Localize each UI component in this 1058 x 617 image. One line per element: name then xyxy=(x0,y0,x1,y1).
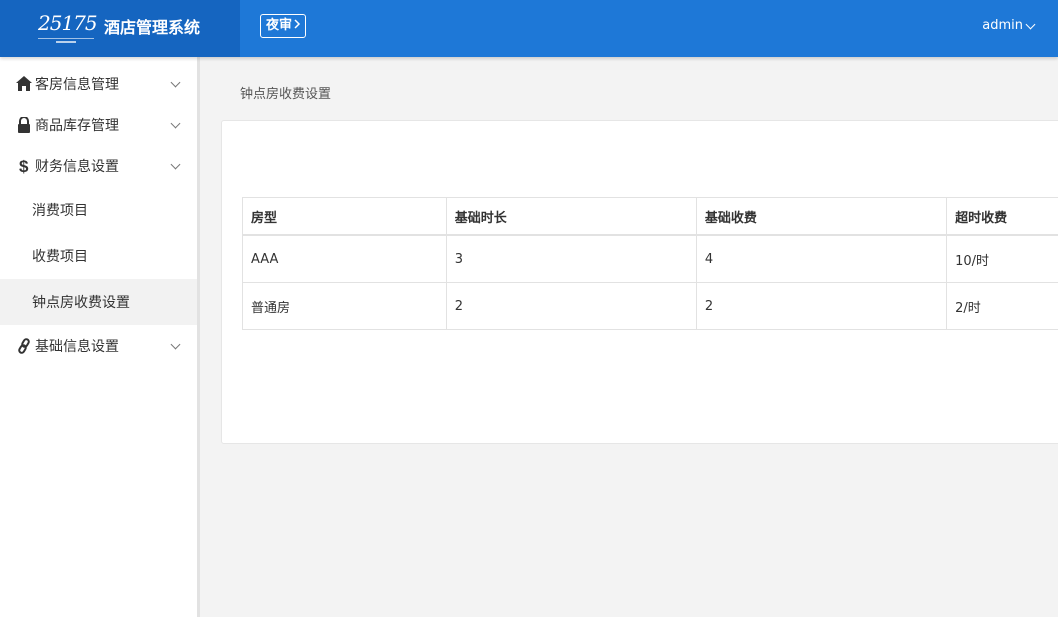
svg-text:$: $ xyxy=(19,157,29,175)
table-cell: 2 xyxy=(445,282,697,330)
hourly-fee-table: 房型 基础时长 基础收费 超时收费 AAA 3 4 10/时 普通房 2 2 2 xyxy=(242,197,1058,330)
table-row[interactable]: AAA 3 4 10/时 xyxy=(242,234,1058,283)
table-cell: AAA xyxy=(242,234,447,283)
user-name: admin xyxy=(982,18,1023,33)
app-title: 酒店管理系统 xyxy=(104,18,201,37)
chevron-down-icon xyxy=(170,118,181,129)
column-header-base-duration: 基础时长 xyxy=(445,197,697,236)
chevron-down-icon xyxy=(170,77,181,88)
night-audit-button[interactable]: 夜审 xyxy=(260,14,307,38)
sidebar-item-label: 商品库存管理 xyxy=(35,117,119,134)
brand-area: 25175 酒店管理系统 xyxy=(0,0,240,57)
sidebar-subitem-hourly-room-fees[interactable]: 钟点房收费设置 xyxy=(0,279,197,325)
sidebar-item-label: 基础信息设置 xyxy=(35,338,119,355)
chevron-right-icon xyxy=(294,15,301,37)
chevron-down-icon xyxy=(1025,19,1036,29)
hourly-fee-card: 房型 基础时长 基础收费 超时收费 AAA 3 4 10/时 普通房 2 2 2 xyxy=(221,120,1058,444)
logo-text: 25175 xyxy=(38,11,98,35)
home-icon xyxy=(15,76,33,91)
night-audit-label: 夜审 xyxy=(266,18,293,33)
sidebar: 客房信息管理 商品库存管理 $ 财务信息设置 消费项目 收费项目 钟点房收费设置… xyxy=(0,57,200,617)
chevron-down-icon xyxy=(170,339,181,350)
sidebar-item-room-info[interactable]: 客房信息管理 xyxy=(0,63,197,104)
sidebar-item-label: 客房信息管理 xyxy=(35,76,119,93)
logo: 25175 xyxy=(38,10,98,48)
column-header-room-type: 房型 xyxy=(242,197,447,236)
lock-icon xyxy=(15,116,33,133)
sidebar-subitem-label: 消费项目 xyxy=(32,203,88,219)
user-menu[interactable]: admin xyxy=(982,16,1036,36)
table-cell: 3 xyxy=(445,234,697,283)
sidebar-item-finance[interactable]: $ 财务信息设置 xyxy=(0,145,197,186)
sidebar-item-basic-info[interactable]: 基础信息设置 xyxy=(0,325,197,366)
breadcrumb: 钟点房收费设置 xyxy=(240,87,332,102)
dollar-icon: $ xyxy=(15,157,33,175)
table-cell: 10/时 xyxy=(946,234,1058,283)
chevron-down-icon xyxy=(170,159,181,170)
sidebar-subitem-consumption[interactable]: 消费项目 xyxy=(0,187,197,233)
table-cell: 普通房 xyxy=(242,282,447,330)
table-cell: 2 xyxy=(695,282,948,330)
top-bar: 25175 酒店管理系统 夜审 admin xyxy=(0,0,1058,57)
main-content: 钟点房收费设置 房型 基础时长 基础收费 超时收费 AAA 3 4 10/时 普… xyxy=(200,57,1058,617)
sidebar-subitem-label: 钟点房收费设置 xyxy=(32,295,130,311)
column-header-base-fee: 基础收费 xyxy=(695,197,948,236)
sidebar-item-label: 财务信息设置 xyxy=(35,158,119,175)
table-header-row: 房型 基础时长 基础收费 超时收费 xyxy=(242,197,1058,236)
sidebar-subitem-label: 收费项目 xyxy=(32,249,88,265)
table-cell: 2/时 xyxy=(946,282,1058,330)
logo-underline xyxy=(38,38,94,47)
sidebar-item-inventory[interactable]: 商品库存管理 xyxy=(0,104,197,145)
link-icon xyxy=(15,337,33,354)
sidebar-subitem-charges[interactable]: 收费项目 xyxy=(0,233,197,279)
table-row[interactable]: 普通房 2 2 2/时 xyxy=(242,282,1058,330)
table-cell: 4 xyxy=(695,234,948,283)
column-header-overtime-fee: 超时收费 xyxy=(946,197,1058,236)
